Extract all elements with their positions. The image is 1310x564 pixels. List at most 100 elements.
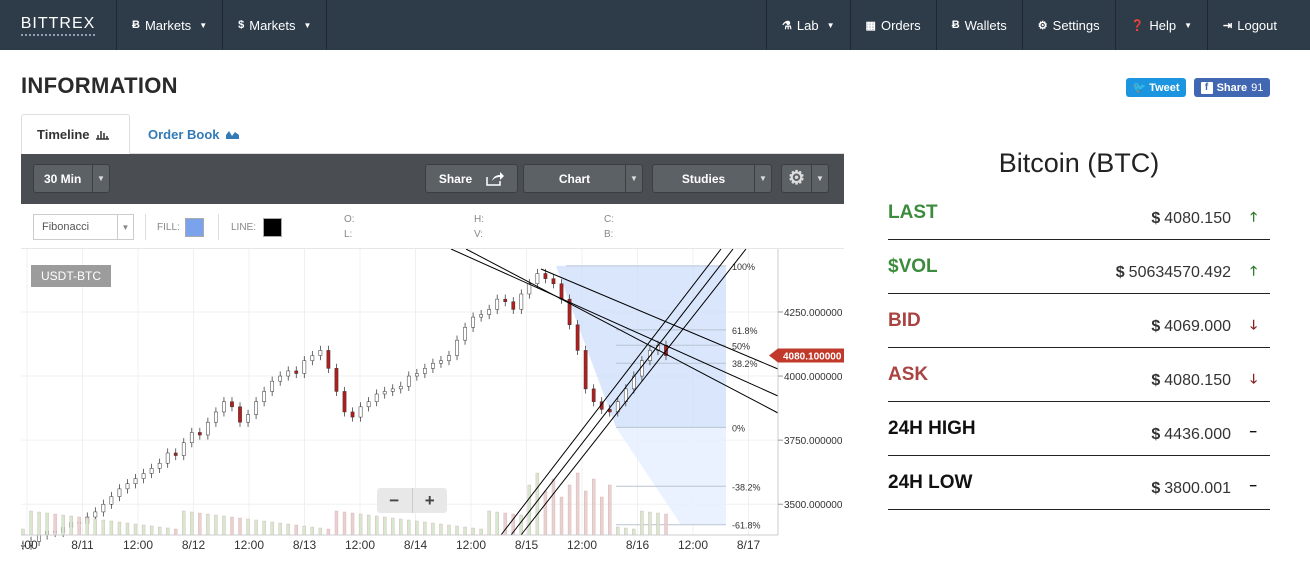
volume-bar (45, 512, 49, 536)
facebook-icon: f (1200, 81, 1213, 94)
candle-body (431, 362, 435, 369)
nav-logout[interactable]: ⇥ Logout (1207, 0, 1310, 50)
candle-body (318, 350, 323, 356)
caret-down-icon: ▼ (1184, 20, 1193, 30)
nav-help[interactable]: ❓ Help ▼ (1114, 0, 1207, 50)
tab-order-book[interactable]: Order Book (133, 114, 254, 154)
fib-level-label: -61.8% (732, 521, 761, 531)
volume-bar (592, 478, 596, 536)
area-chart-icon (225, 130, 239, 139)
brand-logo[interactable]: BITTREX (0, 0, 117, 50)
volume-bar (214, 514, 218, 536)
dollar-sign: $ (1151, 210, 1161, 227)
nav-markets-usd[interactable]: $ Markets ▼ (223, 0, 328, 50)
dollar-sign: $ (1151, 372, 1161, 389)
zoom-in-button[interactable]: + (413, 488, 448, 513)
volume-bar (230, 516, 234, 536)
candle-body (133, 478, 138, 484)
candle-body (559, 283, 564, 300)
dollar-sign: $ (1151, 480, 1161, 497)
volume-bar (69, 515, 73, 536)
volume-bar (198, 512, 202, 536)
current-price-label: 4080.100000 (783, 352, 842, 363)
studies-label: Studies (681, 171, 726, 186)
x-tick-label: 8/12 (182, 538, 206, 552)
volume-bar (53, 513, 57, 536)
dollar-sign: $ (1151, 426, 1161, 443)
candle-body (414, 373, 419, 377)
trend-arrow-icon: − (1249, 424, 1257, 439)
symbol-badge: USDT-BTC (31, 265, 111, 287)
volume-bar (664, 513, 668, 536)
stat-number: 4080.150 (1164, 210, 1231, 227)
nav-orders[interactable]: ▦ Orders (849, 0, 936, 50)
chart-tabs: Timeline Order Book (21, 114, 844, 154)
volume-bar (624, 527, 628, 536)
volume-bar (302, 525, 306, 536)
chart-type-select[interactable]: Chart ▼ (523, 164, 643, 193)
nav-wallets[interactable]: Ƀ Wallets (935, 0, 1022, 50)
stat-number: 50634570.492 (1128, 264, 1231, 281)
candle-body (527, 283, 532, 295)
candle-body (447, 355, 451, 361)
caret-down-icon: ▼ (826, 20, 835, 30)
volume-bar (294, 524, 298, 536)
candle-body (471, 316, 475, 328)
trend-arrow-icon: 🡑 (1250, 209, 1257, 224)
candle-body (149, 468, 154, 474)
x-tick-label: 12:00 (567, 538, 597, 552)
candle-body (37, 534, 41, 542)
candle-body (382, 391, 387, 395)
fib-level-label: 50% (732, 341, 750, 351)
stat-row: BID $4069.000 🡓 (888, 294, 1270, 348)
candle-body (342, 391, 347, 413)
stat-value: $4080.150 (1151, 372, 1231, 390)
volume-bar (415, 520, 419, 536)
volume-bar (190, 511, 194, 536)
volume-bar (350, 512, 355, 536)
zoom-out-button[interactable]: − (377, 488, 413, 513)
chart-type-label: Chart (558, 171, 591, 186)
share-chart-button[interactable]: Share (425, 164, 518, 193)
stat-label: 24H HIGH (888, 418, 976, 439)
candle-body (294, 370, 299, 374)
nav-settings[interactable]: ⚙ Settings (1021, 0, 1115, 50)
candle-body (197, 432, 202, 436)
candle-body (189, 432, 194, 443)
line-color-swatch[interactable] (263, 218, 282, 237)
bitcoin-icon: Ƀ (951, 19, 960, 31)
volume-bar (519, 514, 523, 536)
facebook-share-button[interactable]: f Share 91 (1194, 78, 1270, 97)
volume-bar (101, 519, 106, 536)
fill-color-swatch[interactable] (185, 218, 204, 237)
volume-bar (310, 526, 315, 536)
symbol-label: USDT-BTC (41, 269, 101, 283)
volume-bar (77, 516, 81, 536)
chart-settings-button[interactable]: ⚙ ▼ (781, 164, 829, 193)
nav-settings-label: Settings (1052, 17, 1100, 33)
candle-body (366, 401, 371, 408)
share-count: 91 (1251, 81, 1264, 94)
volume-bar (439, 523, 443, 536)
nav-lab[interactable]: ⚗ Lab ▼ (766, 0, 850, 50)
volume-bar (93, 518, 97, 536)
studies-select[interactable]: Studies ▼ (652, 164, 772, 193)
interval-select[interactable]: 30 Min ▼ (33, 164, 110, 193)
volume-bar (366, 514, 371, 536)
nav-markets-btc[interactable]: Ƀ Markets ▼ (117, 0, 224, 50)
price-chart[interactable]: 100% 61.8% 50% 38.2% 0% -38.2% -61.8% 4250.0000… (21, 248, 844, 555)
nav-lab-label: Lab (796, 17, 819, 33)
candle-body (575, 324, 580, 351)
tweet-button[interactable]: 🐦 Tweet (1126, 78, 1186, 97)
interval-label: 30 Min (44, 171, 82, 186)
share-chart-label: Share (438, 171, 473, 186)
fib-level-label: 38.2% (732, 359, 758, 369)
volume-bar (61, 514, 65, 536)
volume-bar (656, 512, 660, 536)
plus-icon: + (424, 490, 435, 510)
volume-bar (174, 528, 178, 536)
twitter-icon: 🐦 (1132, 82, 1147, 94)
tab-timeline[interactable]: Timeline (21, 114, 130, 154)
drawing-tool-select[interactable]: Fibonacci ▼ (33, 214, 134, 240)
y-tick-label: 3750.000000 (784, 436, 843, 447)
